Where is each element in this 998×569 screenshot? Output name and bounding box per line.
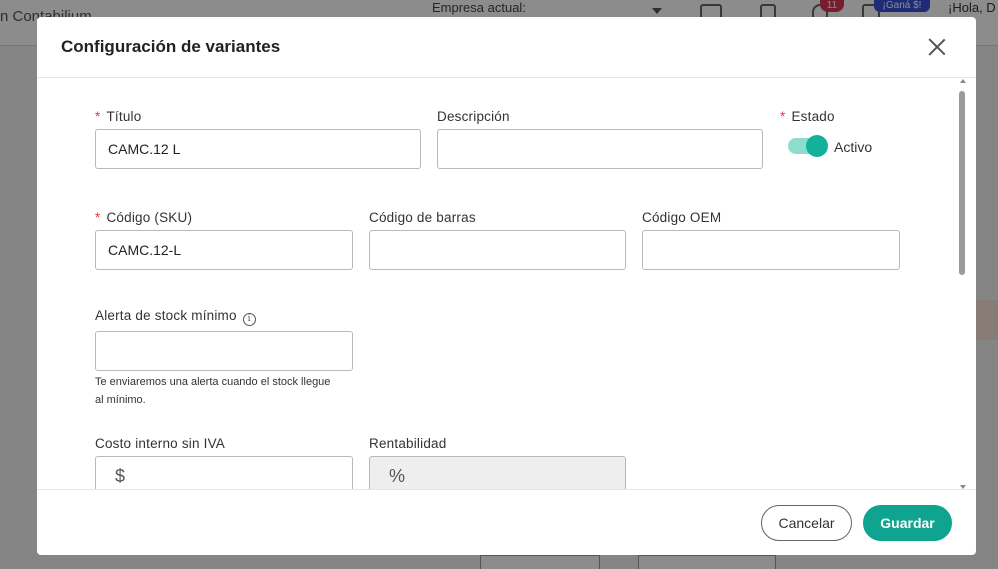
codigo-oem-input[interactable] (642, 230, 900, 270)
scroll-up-icon[interactable] (960, 79, 966, 83)
estado-toggle[interactable] (788, 135, 828, 157)
codigo-barras-label: Código de barras (369, 210, 476, 225)
descripcion-input[interactable] (437, 129, 763, 169)
estado-label: * Estado (780, 109, 835, 124)
rentabilidad-label: Rentabilidad (369, 436, 447, 451)
modal-body: * Título CAMC.12 L Descripción * Estado Ac… (37, 79, 976, 489)
required-marker: * (95, 210, 101, 225)
codigo-sku-label: * Código (SKU) (95, 210, 193, 225)
costo-interno-label: Costo interno sin IVA (95, 436, 226, 451)
required-marker: * (95, 109, 101, 124)
costo-interno-input[interactable]: $ (95, 456, 353, 489)
variant-config-modal: Configuración de variantes * Título CAMC.… (37, 17, 976, 555)
save-button[interactable]: Guardar (863, 505, 952, 541)
codigo-oem-label: Código OEM (642, 210, 722, 225)
dollar-prefix: $ (115, 466, 126, 486)
modal-footer: Cancelar Guardar (37, 489, 976, 555)
info-icon[interactable]: i (242, 313, 256, 326)
cancel-button[interactable]: Cancelar (761, 505, 852, 541)
modal-title: Configuración de variantes (61, 37, 281, 56)
descripcion-label: Descripción (437, 109, 510, 124)
alerta-stock-label: Alerta de stock mínimo i (95, 308, 256, 326)
alerta-stock-hint: Te enviaremos una alerta cuando el stock… (95, 376, 331, 406)
toggle-knob (806, 135, 828, 157)
close-icon[interactable] (927, 37, 947, 57)
modal-header: Configuración de variantes (37, 17, 976, 78)
rentabilidad-input: % (369, 456, 626, 489)
required-marker: * (780, 109, 786, 124)
estado-toggle-label: Activo (834, 139, 873, 155)
alerta-stock-input[interactable] (95, 331, 353, 371)
percent-prefix: % (389, 466, 406, 486)
codigo-barras-input[interactable] (369, 230, 626, 270)
scrollbar-thumb[interactable] (959, 91, 965, 275)
titulo-label: * Título (95, 109, 142, 124)
modal-scrollbar[interactable] (959, 79, 967, 489)
titulo-input[interactable]: CAMC.12 L (95, 129, 421, 169)
codigo-sku-input[interactable]: CAMC.12-L (95, 230, 353, 270)
